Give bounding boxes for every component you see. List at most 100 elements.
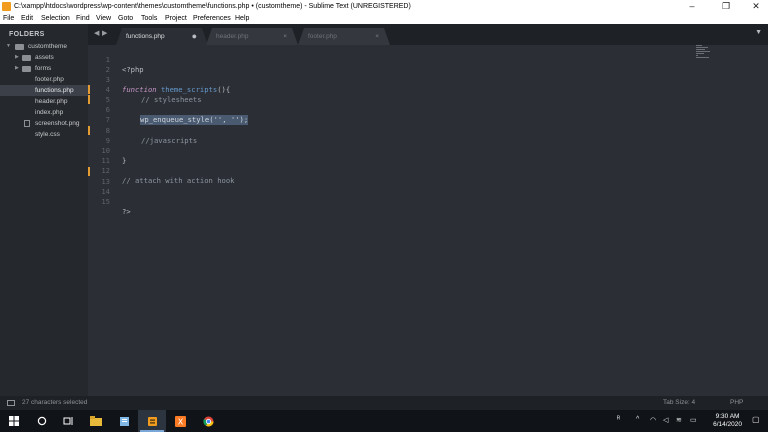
code-line: 14 xyxy=(88,177,688,196)
code-editor[interactable]: 1 <?php 2 3 function theme_scripts(){ 4 … xyxy=(88,45,768,396)
notepad-icon[interactable] xyxy=(110,410,138,432)
tree-item-label: assets xyxy=(35,54,54,61)
tab-size-indicator[interactable]: Tab Size: 4 xyxy=(663,396,695,410)
tab-list-dropdown-icon[interactable]: ▼ xyxy=(755,29,762,36)
svg-text:X: X xyxy=(177,417,183,426)
tray-chevron-up-icon[interactable]: ^ xyxy=(636,416,639,423)
menu-bar: File Edit Selection Find View Goto Tools… xyxy=(0,13,768,24)
maximize-button[interactable]: ❐ xyxy=(714,0,738,13)
code-line: 11 xyxy=(88,146,688,165)
code-line: 3 function theme_scripts(){ xyxy=(88,65,688,94)
tree-item-screenshot-png[interactable]: screenshot.png xyxy=(0,118,88,129)
code-line: 2 xyxy=(88,55,688,74)
code-line: 1 <?php xyxy=(88,45,688,74)
tree-item-header-php[interactable]: header.php xyxy=(0,96,88,107)
image-file-icon xyxy=(24,120,30,127)
menu-find[interactable]: Find xyxy=(76,13,90,24)
battery-icon[interactable]: ▭ xyxy=(690,416,697,424)
code-text: ?> xyxy=(122,207,131,216)
sublime-text-taskbar-icon[interactable] xyxy=(138,410,166,432)
unsaved-dot-icon[interactable]: ● xyxy=(192,28,197,45)
taskbar-clock[interactable]: 9:30 AM 6/14/2020 xyxy=(713,413,742,429)
tab-header-php[interactable]: header.php × xyxy=(206,28,298,45)
notifications-icon[interactable]: ▢ xyxy=(752,415,760,424)
sublime-app-icon xyxy=(2,2,11,11)
xampp-icon[interactable]: X xyxy=(166,410,194,432)
tab-label: footer.php xyxy=(308,33,337,40)
people-icon[interactable]: ᴿ xyxy=(617,416,620,423)
code-line: 5 xyxy=(88,85,688,104)
code-line: 10 } xyxy=(88,136,688,165)
folder-open-icon xyxy=(15,44,24,50)
tree-item-label: index.php xyxy=(35,109,64,116)
minimize-button[interactable]: – xyxy=(680,0,704,13)
close-button[interactable]: ✕ xyxy=(744,0,768,13)
menu-tools[interactable]: Tools xyxy=(141,13,157,24)
chevron-right-icon[interactable]: ▶ xyxy=(15,52,19,63)
tree-item-style-css[interactable]: style.css xyxy=(0,129,88,140)
tab-functions-php[interactable]: functions.php ● xyxy=(116,28,208,45)
file-explorer-icon[interactable] xyxy=(82,410,110,432)
chrome-icon[interactable] xyxy=(194,410,222,432)
windows-start-icon[interactable] xyxy=(0,410,28,432)
status-bar: 27 characters selected Tab Size: 4 PHP xyxy=(0,396,768,410)
code-line: 13 xyxy=(88,167,688,186)
code-line: 9 xyxy=(88,126,688,145)
code-line: 7 xyxy=(88,105,688,124)
line-number: 15 xyxy=(101,197,110,206)
code-line: 8 //javascripts xyxy=(88,116,688,145)
menu-edit[interactable]: Edit xyxy=(21,13,33,24)
tree-item-label: footer.php xyxy=(35,76,64,83)
wifi-icon[interactable]: ≋ xyxy=(676,416,682,424)
clock-date: 6/14/2020 xyxy=(713,421,742,428)
close-tab-icon[interactable]: × xyxy=(375,28,379,45)
console-icon[interactable] xyxy=(7,400,15,406)
menu-preferences[interactable]: Preferences xyxy=(193,13,231,24)
close-tab-icon[interactable]: × xyxy=(283,28,287,45)
tree-item-footer-php[interactable]: footer.php xyxy=(0,74,88,85)
tree-item-index-php[interactable]: index.php xyxy=(0,107,88,118)
tree-item-forms[interactable]: ▶ forms xyxy=(0,63,88,74)
tree-root-folder[interactable]: ▼ customtheme xyxy=(0,41,88,52)
code-line: 4 // stylesheets xyxy=(88,75,688,104)
tree-item-label: header.php xyxy=(35,98,68,105)
code-line: 6 wp_enqueue_style('', ''); xyxy=(88,95,688,125)
menu-project[interactable]: Project xyxy=(165,13,187,24)
tab-bar: ◀ ▶ functions.php ● header.php × footer.… xyxy=(88,24,768,45)
tree-root-label: customtheme xyxy=(28,43,68,50)
folder-icon xyxy=(22,66,31,72)
code-line: 15 ?> xyxy=(88,187,688,216)
code-line: 12 // attach with action hook xyxy=(88,156,688,185)
task-view-icon[interactable] xyxy=(54,410,82,432)
minimap[interactable] xyxy=(696,45,714,59)
title-bar: C:\xampp\htdocs\wordpress\wp-content\the… xyxy=(0,0,768,13)
menu-help[interactable]: Help xyxy=(235,13,249,24)
selection-status: 27 characters selected xyxy=(22,399,88,406)
menu-view[interactable]: View xyxy=(96,13,111,24)
menu-file[interactable]: File xyxy=(3,13,14,24)
tree-item-label: functions.php xyxy=(35,87,74,94)
tree-item-label: style.css xyxy=(35,131,60,138)
tree-item-assets[interactable]: ▶ assets xyxy=(0,52,88,63)
syntax-indicator[interactable]: PHP xyxy=(730,396,743,410)
search-icon[interactable] xyxy=(28,410,56,432)
tab-footer-php[interactable]: footer.php × xyxy=(298,28,390,45)
tree-item-label: forms xyxy=(35,65,52,72)
volume-icon[interactable]: ◁ xyxy=(663,416,668,424)
chevron-down-icon[interactable]: ▼ xyxy=(6,41,11,52)
tree-item-label: screenshot.png xyxy=(35,120,80,127)
network-icon[interactable]: ◠ xyxy=(650,416,656,424)
windows-taskbar: X ᴿ ^ ◠ ◁ ≋ ▭ 9:30 AM 6/14/2020 ▢ xyxy=(0,410,768,432)
sidebar-heading: FOLDERS xyxy=(9,31,45,38)
clock-time: 9:30 AM xyxy=(715,413,740,420)
tab-label: header.php xyxy=(216,33,249,40)
window-title: C:\xampp\htdocs\wordpress\wp-content\the… xyxy=(14,3,411,10)
menu-selection[interactable]: Selection xyxy=(41,13,70,24)
tree-item-functions-php[interactable]: functions.php xyxy=(0,85,88,96)
chevron-right-icon[interactable]: ▶ xyxy=(15,63,19,74)
tab-label: functions.php xyxy=(126,33,165,40)
sidebar: FOLDERS ▼ customtheme ▶ assets ▶ forms f… xyxy=(0,24,88,396)
tab-forward-icon[interactable]: ▶ xyxy=(102,29,107,37)
menu-goto[interactable]: Goto xyxy=(118,13,133,24)
tab-back-icon[interactable]: ◀ xyxy=(94,29,99,37)
